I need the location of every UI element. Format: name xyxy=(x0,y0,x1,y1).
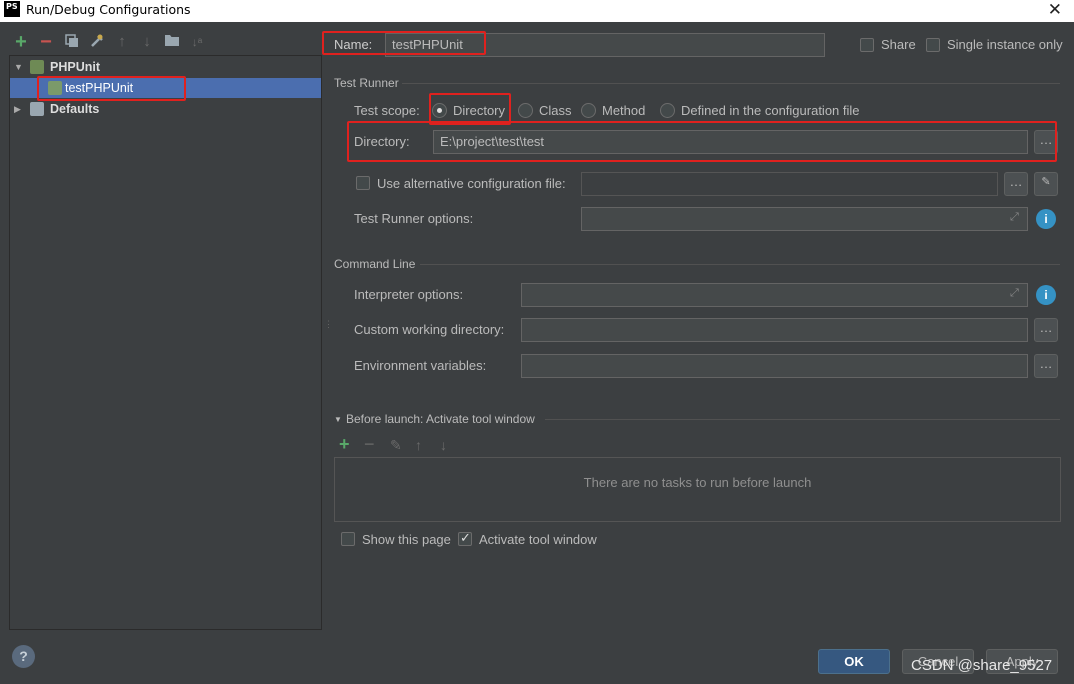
single-instance-checkbox[interactable] xyxy=(926,38,940,52)
before-launch-tasks-list: There are no tasks to run before launch xyxy=(334,457,1061,522)
phpstorm-app-icon: PS xyxy=(4,1,20,17)
scope-config-file-radio[interactable] xyxy=(660,103,675,118)
tree-group-defaults[interactable]: ▶ Defaults xyxy=(10,99,321,119)
alt-config-label: Use alternative configuration file: xyxy=(377,176,566,191)
window-title: Run/Debug Configurations xyxy=(26,2,191,17)
section-divider xyxy=(402,83,1060,84)
browse-directory-button[interactable]: … xyxy=(1034,130,1058,154)
test-runner-section-title: Test Runner xyxy=(334,76,399,90)
single-instance-label: Single instance only xyxy=(947,37,1063,52)
runner-options-label: Test Runner options: xyxy=(354,211,474,226)
defaults-wrench-icon xyxy=(30,102,44,116)
share-checkbox[interactable] xyxy=(860,38,874,52)
show-page-label: Show this page xyxy=(362,532,451,547)
browse-config-button[interactable]: … xyxy=(1004,172,1028,196)
expand-field-icon[interactable]: ⤢ xyxy=(1010,211,1019,224)
section-divider xyxy=(420,264,1060,265)
edit-task-icon[interactable]: ✎ xyxy=(390,437,402,454)
phpunit-icon xyxy=(30,60,44,74)
copy-icon[interactable] xyxy=(63,33,81,51)
directory-label: Directory: xyxy=(354,134,410,149)
move-task-up-icon[interactable]: ↑ xyxy=(415,437,422,453)
close-window-icon[interactable]: ✕ xyxy=(1048,0,1062,20)
environment-variables-label: Environment variables: xyxy=(354,358,487,373)
test-scope-label: Test scope: xyxy=(354,103,420,118)
empty-tasks-text: There are no tasks to run before launch xyxy=(583,475,812,490)
expanded-arrow-icon[interactable]: ▼ xyxy=(14,57,24,77)
environment-variables-input[interactable] xyxy=(521,354,1028,378)
interpreter-options-input[interactable] xyxy=(521,283,1028,307)
tree-item-testphpunit[interactable]: testPHPUnit xyxy=(10,78,321,98)
collapsed-arrow-icon[interactable]: ▶ xyxy=(14,99,24,119)
alt-config-input[interactable] xyxy=(581,172,998,196)
scope-class-radio[interactable] xyxy=(518,103,533,118)
collapse-arrow-icon[interactable]: ▼ xyxy=(334,415,342,424)
remove-task-icon[interactable]: − xyxy=(364,434,375,455)
help-icon[interactable]: ? xyxy=(12,645,35,668)
activate-tool-window-checkbox[interactable] xyxy=(458,530,472,546)
expand-field-icon[interactable]: ⤢ xyxy=(1010,287,1019,300)
scope-class-label: Class xyxy=(539,103,572,118)
phpunit-config-icon xyxy=(48,81,62,95)
name-label: Name: xyxy=(334,37,373,52)
tree-group-label: PHPUnit xyxy=(50,60,100,74)
working-directory-input[interactable] xyxy=(521,318,1028,342)
scope-method-radio[interactable] xyxy=(581,103,596,118)
scope-directory-radio[interactable] xyxy=(432,103,447,118)
scope-config-file-label: Defined in the configuration file xyxy=(681,103,860,118)
edit-defaults-icon[interactable] xyxy=(88,33,106,51)
folder-icon[interactable] xyxy=(163,33,181,51)
tree-group-phpunit[interactable]: ▼ PHPUnit xyxy=(10,57,321,77)
ok-button[interactable]: OK xyxy=(818,649,890,674)
scope-method-label: Method xyxy=(602,103,646,118)
sort-icon[interactable]: ↓ᵃ xyxy=(188,33,206,51)
runner-options-input[interactable] xyxy=(581,207,1028,231)
name-input[interactable]: testPHPUnit xyxy=(385,33,825,57)
scope-directory-label: Directory xyxy=(453,103,506,118)
show-page-checkbox[interactable] xyxy=(341,532,355,546)
splitter-handle[interactable]: ⋮ xyxy=(324,320,333,329)
configuration-tree: ▼ PHPUnit testPHPUnit ▶ Defaults xyxy=(9,55,322,630)
activate-tool-window-label: Activate tool window xyxy=(479,532,597,547)
move-task-down-icon[interactable]: ↓ xyxy=(440,437,447,453)
add-icon[interactable]: + xyxy=(12,32,30,52)
before-launch-title[interactable]: Before launch: Activate tool window xyxy=(346,412,535,426)
browse-working-dir-button[interactable]: … xyxy=(1034,318,1058,342)
section-divider xyxy=(545,419,1060,420)
interpreter-options-label: Interpreter options: xyxy=(354,287,464,302)
info-icon[interactable]: i xyxy=(1036,209,1056,229)
info-icon[interactable]: i xyxy=(1036,285,1056,305)
tree-defaults-label: Defaults xyxy=(50,102,100,116)
command-line-section-title: Command Line xyxy=(334,257,416,271)
directory-input[interactable]: E:\project\test\test xyxy=(433,130,1028,154)
title-bar: PS Run/Debug Configurations ✕ xyxy=(0,0,1074,22)
edit-config-icon[interactable]: ✎ xyxy=(1034,172,1058,196)
share-label: Share xyxy=(881,37,916,52)
remove-icon[interactable]: − xyxy=(37,32,55,52)
edit-env-vars-button[interactable]: … xyxy=(1034,354,1058,378)
watermark-text: CSDN @share_9527 xyxy=(911,657,1053,674)
add-task-icon[interactable]: + xyxy=(339,434,350,455)
tree-item-label: testPHPUnit xyxy=(65,81,134,95)
move-down-icon[interactable]: ↓ xyxy=(138,33,156,51)
move-up-icon[interactable]: ↑ xyxy=(113,33,131,51)
alt-config-checkbox[interactable] xyxy=(356,176,370,190)
working-directory-label: Custom working directory: xyxy=(354,322,505,337)
